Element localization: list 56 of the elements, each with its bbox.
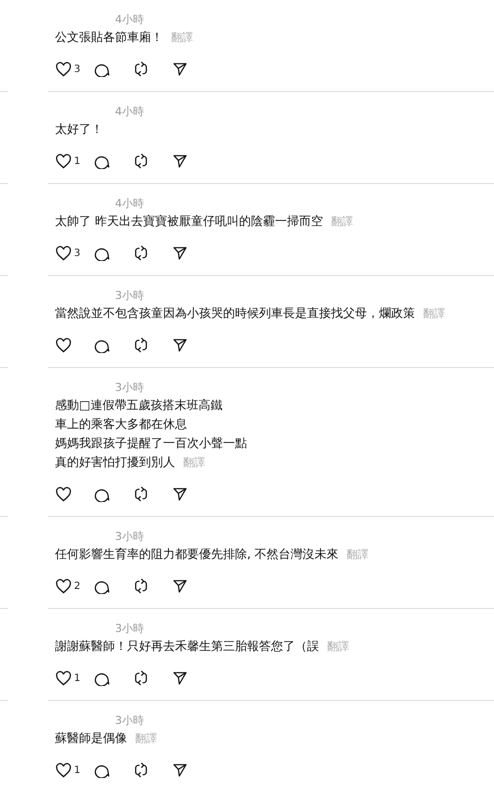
heart-icon[interactable] <box>55 578 72 594</box>
comment-text: 蘇醫師是偶像 <box>55 731 127 745</box>
heart-icon[interactable] <box>55 670 72 686</box>
heart-icon[interactable] <box>55 762 72 778</box>
like-count: 2 <box>74 580 80 592</box>
repost-icon[interactable] <box>133 578 149 594</box>
repost-icon[interactable] <box>133 337 149 353</box>
share-icon[interactable] <box>172 670 188 686</box>
timestamp: 3小時 <box>115 288 144 304</box>
share-icon[interactable] <box>172 245 188 261</box>
translate-link[interactable]: 翻譯 <box>330 215 353 228</box>
share-icon[interactable] <box>172 337 188 353</box>
comment-text: 感動□連假帶五歲孩搭末班高鐵 <box>55 398 222 412</box>
comment-text: 真的好害怕打擾到別人 <box>55 455 175 469</box>
timestamp: 3小時 <box>115 529 144 545</box>
share-icon[interactable] <box>172 578 188 594</box>
comment-text: 太好了！ <box>55 122 103 136</box>
repost-icon[interactable] <box>133 486 149 502</box>
comment-text: 當然說並不包含孩童因為小孩哭的時候列車長是直接找父母，爛政策 <box>55 306 415 320</box>
heart-icon[interactable] <box>55 338 72 352</box>
repost-icon[interactable] <box>133 670 149 686</box>
like-count: 1 <box>74 764 80 776</box>
repost-icon[interactable] <box>133 762 149 778</box>
timestamp: 3小時 <box>115 380 144 396</box>
comment-text: 公文張貼各節車廂！ <box>55 30 163 44</box>
repost-icon[interactable] <box>133 245 149 261</box>
like-count: 3 <box>74 64 80 74</box>
comment-text: 太帥了 昨天出去寶寶被厭童仔吼叫的陰霾一掃而空 <box>55 214 323 228</box>
heart-icon[interactable] <box>55 154 72 168</box>
timestamp: 4小時 <box>115 196 144 212</box>
timestamp: 4小時 <box>115 104 144 120</box>
share-icon[interactable] <box>172 153 188 169</box>
repost-icon[interactable] <box>133 153 149 169</box>
translate-link[interactable]: 翻譯 <box>183 456 205 469</box>
timestamp: 3小時 <box>115 713 144 729</box>
repost-icon[interactable] <box>133 61 149 77</box>
comment-text: 媽媽我跟孩子提醒了一百次小聲一點 <box>55 436 247 450</box>
comment-text: 謝謝蘇醫師！只好再去禾馨生第三胎報答您了（誤 <box>55 639 319 653</box>
translate-link[interactable]: 翻譯 <box>171 31 193 44</box>
translate-link[interactable]: 翻譯 <box>135 732 157 745</box>
share-icon[interactable] <box>172 762 188 778</box>
like-count: 3 <box>74 248 80 258</box>
like-count: 1 <box>74 156 80 166</box>
timestamp: 4小時 <box>115 12 144 28</box>
comment-text: 任何影響生育率的阻力都要優先排除, 不然台灣沒未來 <box>55 547 339 561</box>
translate-link[interactable]: 翻譯 <box>327 640 349 653</box>
translate-link[interactable]: 翻譯 <box>346 548 369 561</box>
heart-icon[interactable] <box>55 246 72 260</box>
timestamp: 3小時 <box>115 621 144 637</box>
like-count: 1 <box>74 672 80 684</box>
translate-link[interactable]: 翻譯 <box>423 307 445 320</box>
heart-icon[interactable] <box>55 486 72 502</box>
comment-text: 車上的乘客大多都在休息 <box>55 417 187 431</box>
share-icon[interactable] <box>172 486 188 502</box>
share-icon[interactable] <box>172 61 188 77</box>
heart-icon[interactable] <box>55 62 72 76</box>
